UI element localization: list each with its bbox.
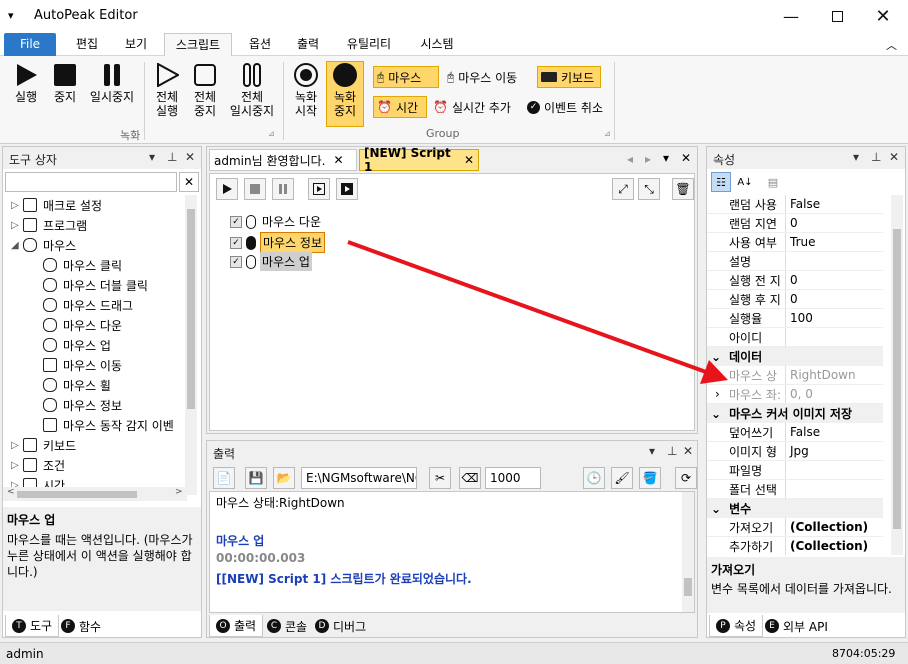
status-user: admin [6, 647, 44, 661]
status-time: 8704:05:29 [832, 647, 896, 660]
status-bar: admin 8704:05:29 [0, 642, 908, 664]
annotation-arrow [347, 240, 728, 384]
